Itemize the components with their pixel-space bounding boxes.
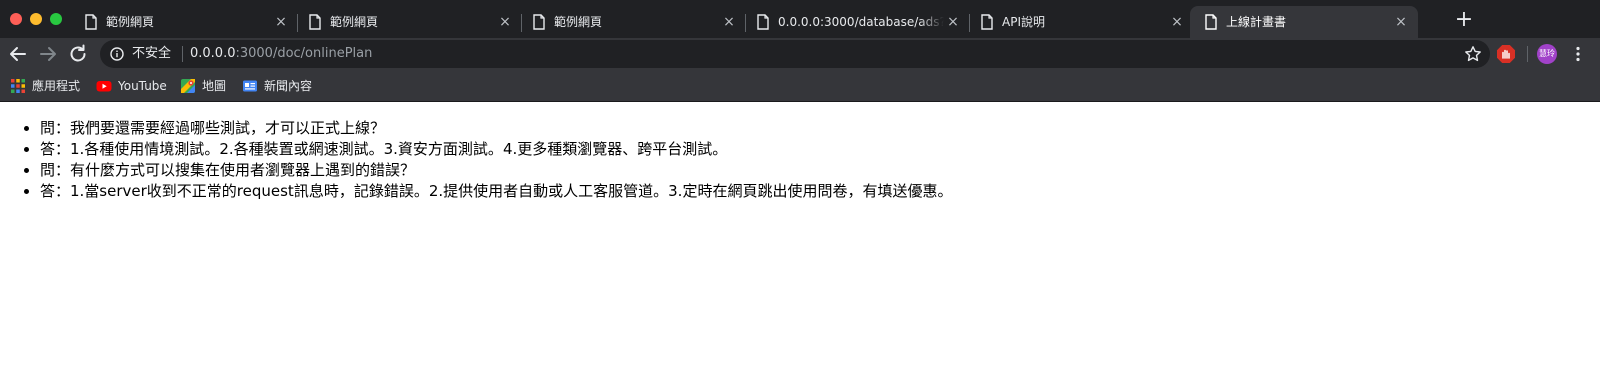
close-tab-icon[interactable]: ×: [1170, 15, 1184, 29]
close-tab-icon[interactable]: ×: [1394, 15, 1408, 29]
bookmark-label: 新聞內容: [264, 79, 313, 93]
profile-avatar[interactable]: 慧玲: [1537, 44, 1557, 64]
tab-title: 範例網頁: [330, 15, 379, 29]
maps-icon: [181, 79, 195, 93]
minimize-window-button[interactable]: [30, 13, 42, 25]
url-host: 0.0.0.0: [190, 46, 236, 61]
new-tab-button[interactable]: +: [1452, 8, 1476, 32]
url-path: :3000/doc/onlinePlan: [235, 46, 373, 61]
bookmark-label: 地圖: [202, 79, 227, 93]
youtube-icon: [96, 81, 112, 92]
tab[interactable]: 範例網頁 ×: [294, 6, 522, 38]
info-icon[interactable]: [110, 47, 124, 61]
close-tab-icon[interactable]: ×: [498, 15, 512, 29]
reload-icon[interactable]: [66, 42, 90, 66]
document-icon: [757, 14, 769, 30]
address-bar[interactable]: 不安全 0.0.0.0:3000/doc/onlinePlan: [100, 40, 1490, 68]
browser-window: 範例網頁 × 範例網頁 × 範例網頁 × 0.0.0.0:3000/databa…: [0, 0, 1600, 384]
maximize-window-button[interactable]: [50, 13, 62, 25]
document-icon: [309, 14, 321, 30]
qa-list-item: 答：1.當server收到不正常的request訊息時，記錄錯誤。2.提供使用者…: [40, 181, 1600, 202]
qa-list: 問：我們要還需要經過哪些測試，才可以正式上線？ 答：1.各種使用情境測試。2.各…: [0, 102, 1600, 202]
news-icon: [243, 80, 257, 92]
url-text[interactable]: 0.0.0.0:3000/doc/onlinePlan: [190, 46, 372, 62]
toolbar: 不安全 0.0.0.0:3000/doc/onlinePlan 慧玲: [0, 38, 1600, 70]
bookmark-star-icon[interactable]: [1464, 45, 1482, 63]
tab[interactable]: 0.0.0.0:3000/database/ads?type= ×: [742, 6, 970, 38]
qa-list-item: 問：我們要還需要經過哪些測試，才可以正式上線？: [40, 118, 1600, 139]
document-icon: [1205, 14, 1217, 30]
bookmark-label: 應用程式: [32, 79, 81, 93]
menu-kebab-icon[interactable]: [1568, 44, 1588, 64]
document-icon: [85, 14, 97, 30]
document-icon: [533, 14, 545, 30]
tab-title: API說明: [1002, 15, 1045, 29]
tab[interactable]: 範例網頁 ×: [518, 6, 746, 38]
bookmarks-bar: 應用程式 YouTube 地圖 新聞內容: [0, 70, 1600, 102]
close-tab-icon[interactable]: ×: [946, 15, 960, 29]
qa-list-item: 問：有什麼方式可以搜集在使用者瀏覽器上遇到的錯誤？: [40, 160, 1600, 181]
toolbar-divider: [1527, 46, 1528, 62]
omnibox-divider: [182, 46, 183, 62]
security-label[interactable]: 不安全: [132, 46, 171, 62]
close-tab-icon[interactable]: ×: [274, 15, 288, 29]
document-icon: [981, 14, 993, 30]
tab[interactable]: 範例網頁 ×: [70, 6, 298, 38]
back-arrow-icon[interactable]: [6, 42, 30, 66]
tab[interactable]: API說明 ×: [966, 6, 1194, 38]
tab-title: 0.0.0.0:3000/database/ads?type=: [778, 15, 944, 29]
tab-active[interactable]: 上線計畫書 ×: [1190, 6, 1418, 38]
qa-list-item: 答：1.各種使用情境測試。2.各種裝置或網速測試。3.資安方面測試。4.更多種類…: [40, 139, 1600, 160]
tab-title: 範例網頁: [106, 15, 155, 29]
tab-title: 範例網頁: [554, 15, 603, 29]
bookmark-label: YouTube: [118, 79, 167, 93]
close-tab-icon[interactable]: ×: [722, 15, 736, 29]
page-content: 問：我們要還需要經過哪些測試，才可以正式上線？ 答：1.各種使用情境測試。2.各…: [0, 102, 1600, 384]
close-window-button[interactable]: [10, 13, 22, 25]
extension-stop-icon[interactable]: [1496, 44, 1516, 64]
tab-title: 上線計畫書: [1226, 15, 1287, 29]
tab-strip: 範例網頁 × 範例網頁 × 範例網頁 × 0.0.0.0:3000/databa…: [0, 0, 1600, 38]
forward-arrow-icon[interactable]: [36, 42, 60, 66]
apps-grid-icon: [11, 79, 25, 93]
